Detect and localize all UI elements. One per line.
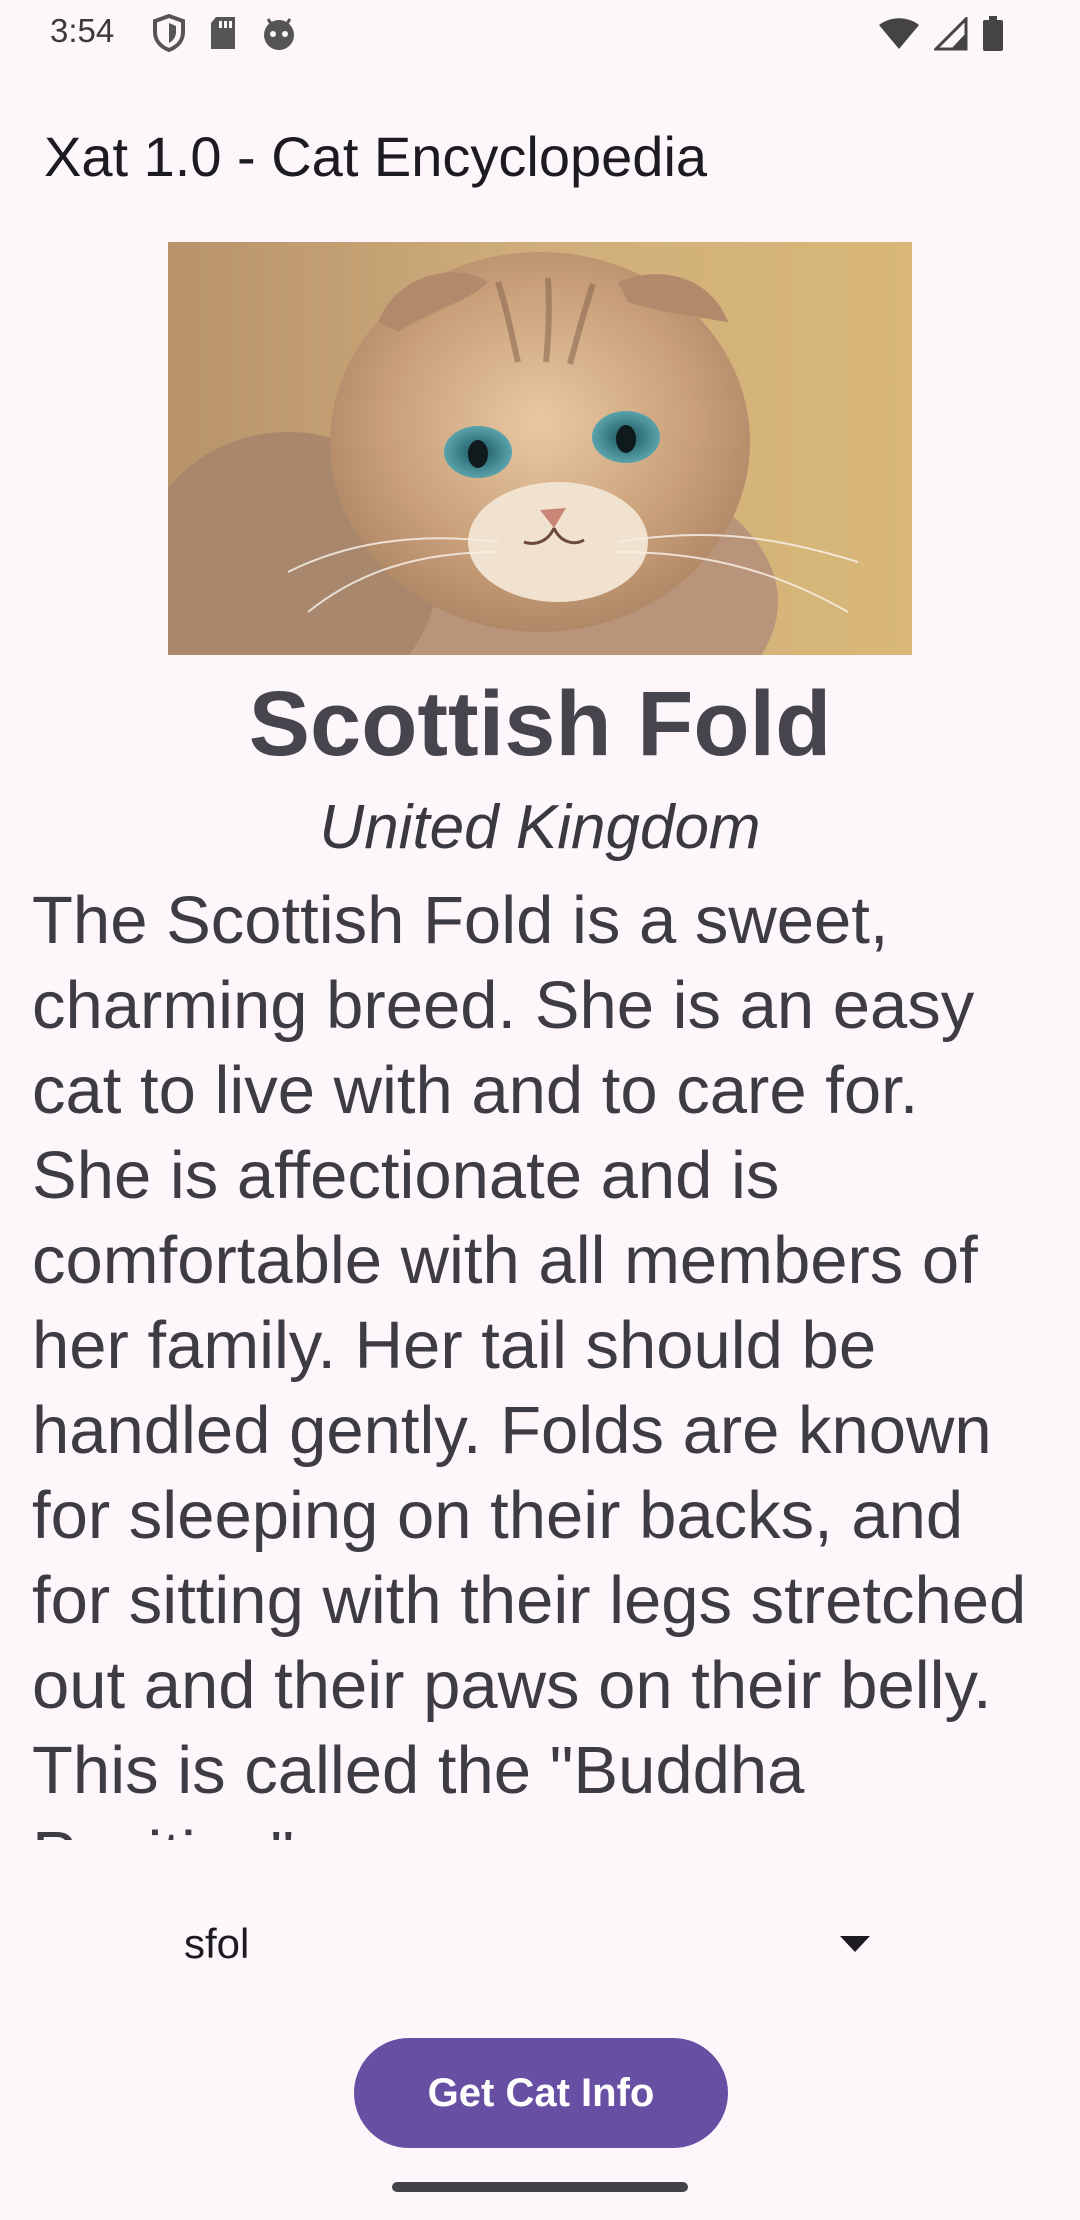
cellular-signal-icon bbox=[932, 15, 968, 56]
app-title: Xat 1.0 - Cat Encyclopedia bbox=[44, 125, 708, 188]
status-time: 3:54 bbox=[50, 12, 115, 49]
sd-card-icon bbox=[208, 15, 238, 56]
status-right-icons bbox=[878, 15, 1004, 57]
breed-description-scroll[interactable]: The Scottish Fold is a sweet, charming b… bbox=[32, 878, 1042, 1840]
shield-icon bbox=[152, 13, 186, 57]
status-left-icons bbox=[152, 13, 298, 57]
get-cat-info-button[interactable]: Get Cat Info bbox=[354, 2038, 728, 2148]
home-gesture-bar[interactable] bbox=[392, 2182, 688, 2192]
breed-origin: United Kingdom bbox=[319, 793, 761, 862]
breed-name: Scottish Fold bbox=[248, 673, 832, 775]
cat-photo bbox=[168, 242, 912, 655]
breed-selector-dropdown[interactable]: sfol bbox=[168, 1900, 888, 1990]
breed-selector-value: sfol bbox=[184, 1920, 250, 1967]
breed-description: The Scottish Fold is a sweet, charming b… bbox=[32, 883, 1027, 1840]
status-bar: 3:54 bbox=[0, 0, 1080, 66]
dropdown-arrow-icon bbox=[840, 1936, 870, 1957]
android-head-icon bbox=[260, 16, 298, 55]
wifi-icon bbox=[878, 17, 920, 56]
battery-icon bbox=[982, 16, 1004, 57]
